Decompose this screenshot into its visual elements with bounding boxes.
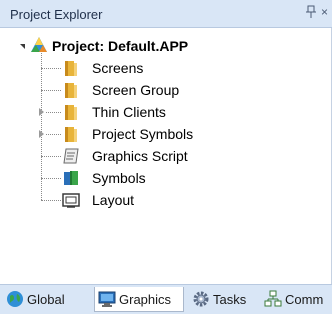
tree-item-label: Screens: [92, 60, 144, 76]
pin-icon[interactable]: [305, 5, 319, 21]
expand-chevron-icon[interactable]: [39, 108, 44, 116]
tree-item-layout[interactable]: Layout: [0, 189, 332, 211]
tab-graphics[interactable]: Graphics: [94, 287, 184, 312]
project-icon: [30, 36, 48, 54]
project-tree: Project: Default.APP Screens Screen Grou…: [0, 28, 332, 280]
tree-item-screen-group[interactable]: Screen Group: [0, 79, 332, 101]
tab-label: Tasks: [213, 292, 247, 307]
tree-item-thin-clients[interactable]: Thin Clients: [0, 101, 332, 123]
tree-root-label: Project: Default.APP: [52, 38, 189, 54]
layout-icon: [62, 191, 80, 209]
monitor-icon: [98, 290, 116, 308]
tree-item-label: Layout: [92, 192, 135, 208]
symbols-icon: [62, 169, 80, 187]
folder-icon: [62, 81, 80, 99]
script-icon: [62, 147, 80, 165]
tab-label: Global: [27, 292, 65, 307]
tree-item-screens[interactable]: Screens: [0, 57, 332, 79]
tab-tasks[interactable]: Tasks: [190, 287, 256, 312]
folder-icon: [62, 103, 80, 121]
panel-titlebar: Project Explorer ×: [0, 0, 332, 28]
collapse-chevron-icon[interactable]: [20, 44, 25, 49]
tree-item-label: Symbols: [92, 170, 146, 186]
folder-icon: [62, 125, 80, 143]
tab-global[interactable]: Global: [4, 287, 90, 312]
project-explorer-panel: Project Explorer × Project: Default.APP …: [0, 0, 332, 314]
tree-item-label: Graphics Script: [92, 148, 188, 164]
tree-item-graphics-script[interactable]: Graphics Script: [0, 145, 332, 167]
network-icon: [264, 290, 282, 308]
expand-chevron-icon[interactable]: [39, 130, 44, 138]
bottom-tab-bar: Global Graphics Tasks Comm: [0, 284, 332, 314]
folder-icon: [62, 59, 80, 77]
tab-label: Graphics: [119, 292, 172, 307]
tab-comm[interactable]: Comm: [262, 287, 332, 312]
panel-title: Project Explorer: [10, 7, 103, 22]
tree-item-label: Thin Clients: [92, 104, 166, 120]
tree-root-project[interactable]: Project: Default.APP: [0, 35, 332, 57]
tree-item-project-symbols[interactable]: Project Symbols: [0, 123, 332, 145]
globe-icon: [6, 290, 24, 308]
gear-icon: [192, 290, 210, 308]
tree-item-label: Screen Group: [92, 82, 180, 98]
tree-item-symbols[interactable]: Symbols: [0, 167, 332, 189]
tree-item-label: Project Symbols: [92, 126, 194, 142]
close-icon[interactable]: ×: [321, 5, 332, 21]
tab-label: Comm: [285, 292, 324, 307]
